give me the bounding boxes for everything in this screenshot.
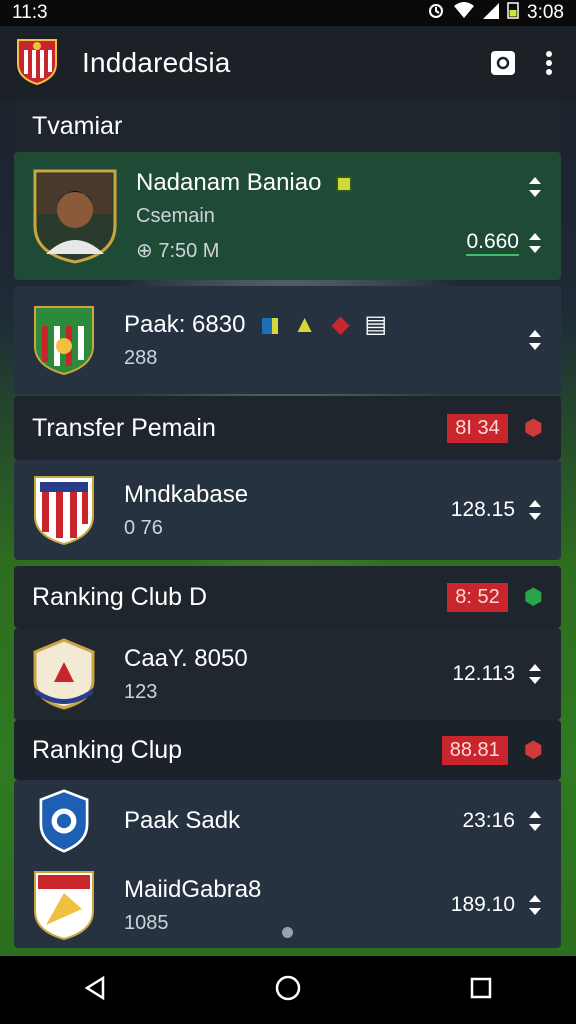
status-bar: 11:3 3:08 — [0, 0, 576, 26]
stadium-icon: ▲ — [292, 311, 317, 338]
status-time-right: 3:08 — [527, 2, 564, 23]
transfer-club-points: 0 76 — [124, 516, 163, 539]
flag-icon — [262, 317, 279, 334]
sort-arrows-icon[interactable] — [527, 499, 543, 521]
hexagon-icon: ⬢ — [523, 415, 543, 440]
player-value-row: ⊕ 7:50 M — [136, 238, 466, 263]
transfer-club-value: 128.15 — [450, 498, 515, 521]
kit-icon: ▤ — [364, 311, 388, 338]
sort-arrows-icon[interactable] — [527, 329, 543, 351]
list-item[interactable]: Paak Sadk 23:16 — [14, 780, 561, 862]
player-card[interactable]: Nadanam Baniao Csemain ⊕ 7:50 M 0.660 — [14, 152, 561, 280]
ranking-d-club-value: 12.113 — [452, 662, 515, 685]
ranking-title: Ranking Clup — [32, 735, 183, 764]
club-crest — [34, 476, 94, 546]
sort-arrows-icon[interactable] — [527, 176, 543, 198]
back-icon[interactable] — [84, 975, 106, 1005]
ranking-list: Paak Sadk 23:16 MaiidGabra8 1085 189.10 — [14, 780, 561, 948]
navigation-bar — [0, 956, 576, 1024]
club-points: 288 — [124, 347, 158, 369]
coin-icon: ⊕ — [136, 240, 153, 262]
transfer-badge: 8I 34 — [447, 413, 508, 443]
club-card[interactable]: Paak: 6830 ▲ ◆ ▤ 288 — [14, 286, 561, 394]
sort-arrows-icon[interactable] — [527, 894, 543, 916]
section-header-transfer[interactable]: Transfer Pemain 8I 34 ⬢ — [14, 396, 561, 460]
section-header-tvamiar: Tvamiar — [14, 100, 561, 152]
club-crest — [34, 871, 94, 941]
sort-arrows-icon[interactable] — [527, 232, 543, 254]
ranking-d-title: Ranking Club D — [32, 582, 208, 611]
signal-icon — [483, 1, 500, 25]
hexagon-icon: ⬢ — [523, 584, 543, 609]
ranking-badge: 88.81 — [441, 735, 508, 765]
flag-icon — [336, 175, 353, 192]
battery-icon — [507, 1, 519, 25]
section-title: Tvamiar — [32, 111, 123, 140]
transfer-club-name: Mndkabase — [124, 480, 249, 508]
club-crest — [33, 638, 95, 710]
ranking-club-value: 23:16 — [462, 809, 515, 832]
club-name-row: Paak: 6830 ▲ ◆ ▤ — [124, 311, 388, 338]
scroll-indicator-dot — [282, 927, 293, 938]
player-position: Csemain — [136, 205, 215, 227]
section-header-ranking[interactable]: Ranking Clup 88.81 ⬢ — [14, 720, 561, 780]
club-crest — [34, 306, 94, 376]
sort-arrows-icon[interactable] — [527, 810, 543, 832]
section-header-ranking-d[interactable]: Ranking Club D 8: 52 ⬢ — [14, 566, 561, 628]
shield-icon: ◆ — [331, 311, 350, 338]
ranking-club-name: Paak Sadk — [124, 807, 241, 834]
wifi-icon — [453, 1, 475, 25]
club-crest — [39, 789, 89, 853]
ranking-club-name: MaiidGabra8 — [124, 875, 262, 903]
screenshot-button[interactable] — [490, 50, 516, 76]
ranking-d-club-sub: 123 — [124, 680, 158, 703]
status-time-left: 11:3 — [12, 2, 48, 23]
app-bar: Inddaredsia — [0, 26, 576, 100]
ranking-club-value: 189.10 — [450, 893, 515, 916]
ranking-d-badge: 8: 52 — [447, 582, 508, 612]
transfer-row[interactable]: Mndkabase 0 76 128.15 — [14, 460, 561, 560]
ranking-d-row[interactable]: CaaY. 8050 123 12.113 — [14, 628, 561, 720]
hexagon-icon: ⬢ — [523, 737, 543, 762]
club-logo[interactable] — [14, 36, 60, 91]
player-avatar — [33, 169, 117, 264]
player-rating: 0.660 — [466, 230, 519, 256]
player-name: Nadanam Baniao — [136, 169, 466, 197]
home-icon[interactable] — [275, 975, 301, 1006]
player-value: 7:50 M — [158, 240, 220, 262]
sort-arrows-icon[interactable] — [527, 663, 543, 685]
recents-icon[interactable] — [470, 977, 492, 1004]
ranking-d-club-name: CaaY. 8050 — [124, 644, 248, 672]
transfer-title: Transfer Pemain — [32, 413, 216, 442]
alarm-icon — [427, 1, 445, 25]
more-options-icon[interactable] — [536, 50, 562, 76]
app-title: Inddaredsia — [82, 47, 231, 78]
